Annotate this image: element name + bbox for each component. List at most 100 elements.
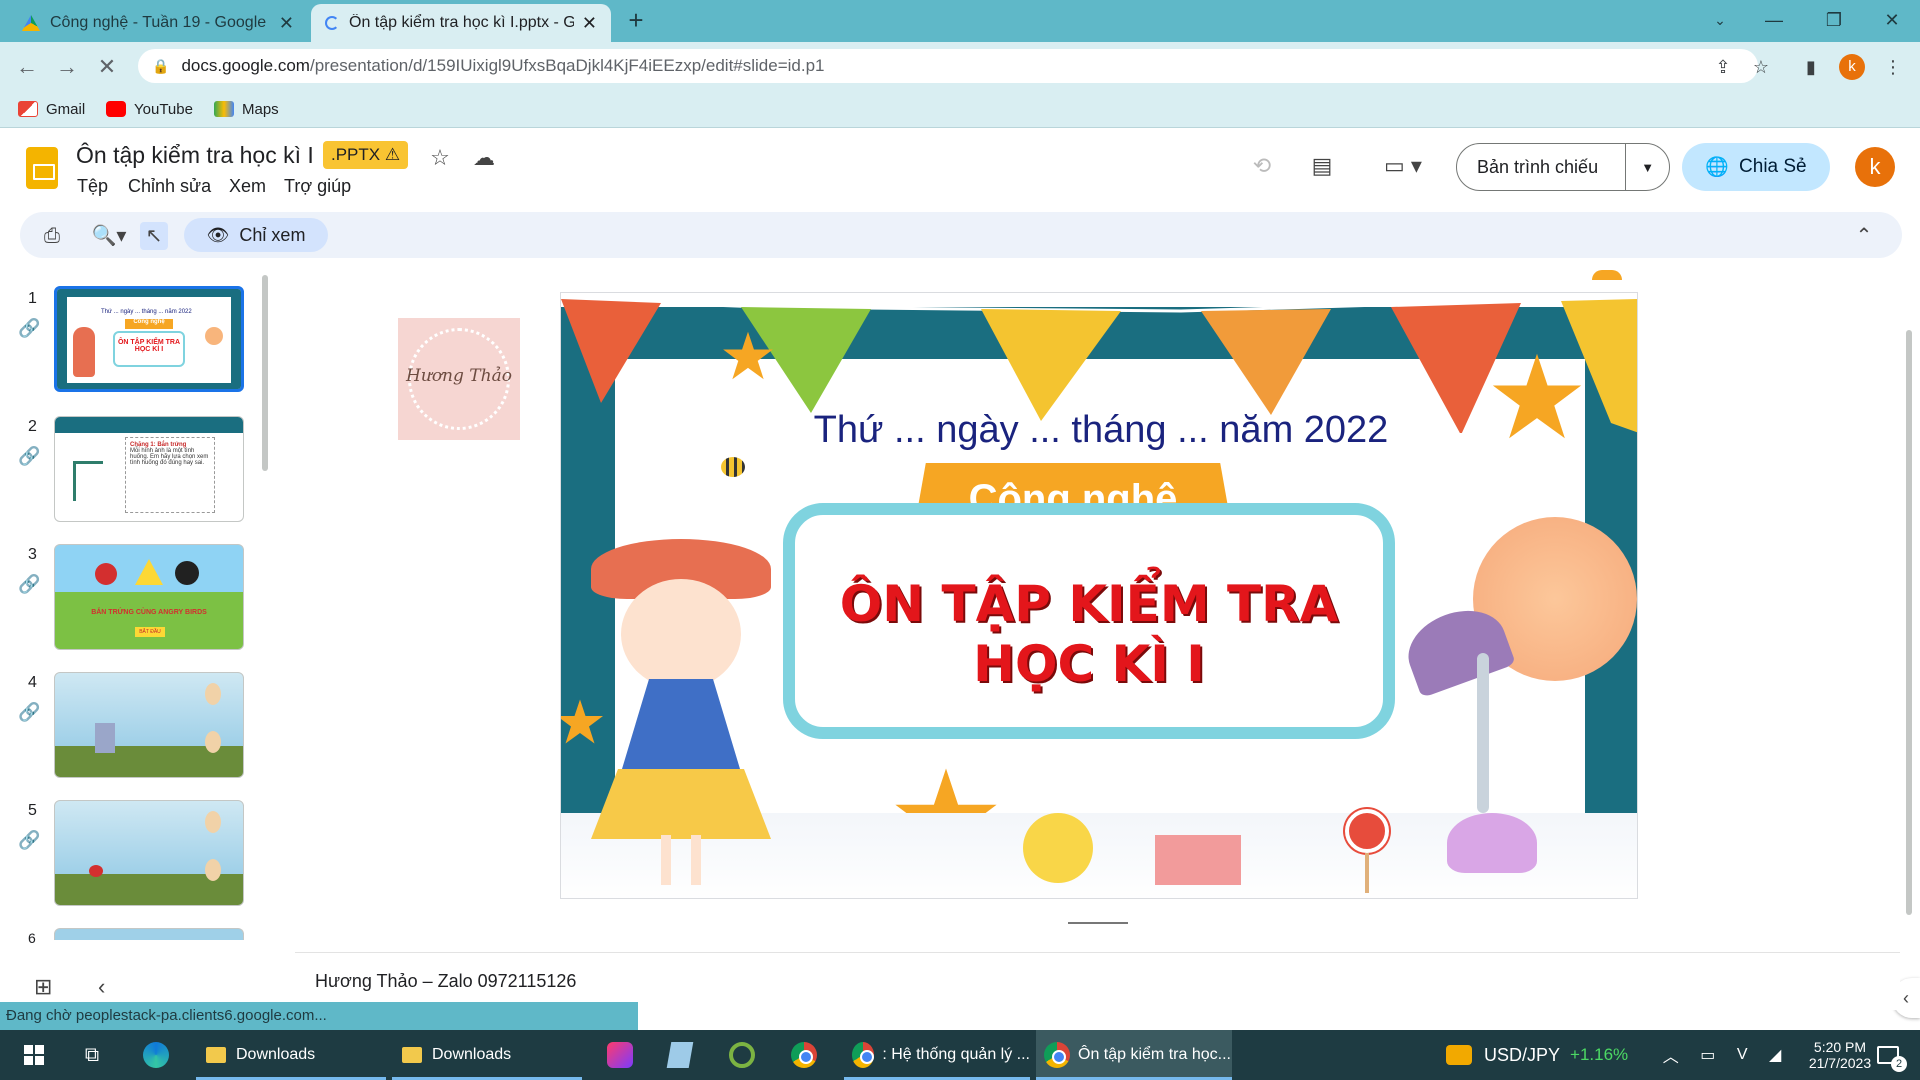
thumb-subject: Công nghệ	[125, 319, 173, 329]
taskbar-downloads-2[interactable]: Downloads	[392, 1030, 582, 1080]
current-slide[interactable]: Thứ ... ngày ... tháng ... năm 2022 Công…	[560, 292, 1638, 899]
chick-illustration	[1023, 813, 1093, 883]
account-avatar[interactable]: k	[1855, 147, 1895, 187]
bookmark-label: YouTube	[134, 100, 193, 118]
task-view-icon[interactable]: ⧉	[72, 1030, 112, 1080]
slide-thumb-2[interactable]: Chặng 1: Bắn trứng Mỗi hình ảnh là một t…	[54, 416, 244, 522]
lamp-base	[1447, 813, 1537, 873]
bookmark-gmail[interactable]: Gmail	[18, 96, 85, 122]
slide-number: 6	[28, 930, 36, 946]
url-input[interactable]: 🔒 docs.google.com/presentation/d/159IUix…	[138, 49, 1758, 83]
slide-number: 5	[28, 802, 37, 819]
history-icon[interactable]: ⟲	[1248, 152, 1276, 180]
filmstrip-scrollbar[interactable]	[262, 275, 268, 471]
side-panel-icon[interactable]: ▮	[1798, 54, 1824, 80]
tab-search-icon[interactable]: ⌄	[1700, 6, 1740, 34]
lollipop-decoration	[1345, 809, 1389, 853]
notification-center-icon[interactable]: 2	[1868, 1030, 1908, 1080]
chrome-icon	[852, 1042, 875, 1068]
notepad-icon[interactable]	[660, 1030, 700, 1080]
bookmark-label: Maps	[242, 100, 279, 118]
edge-icon[interactable]	[136, 1030, 176, 1080]
youtube-icon	[106, 101, 126, 117]
back-icon[interactable]: ←	[12, 52, 42, 82]
restore-icon[interactable]: ❐	[1814, 6, 1854, 34]
slide-thumb-1[interactable]: Thứ ... ngày ... tháng ... năm 2022 Công…	[54, 286, 244, 392]
browser-tab-2-active[interactable]: Ôn tập kiểm tra học kì I.pptx - Go ✕	[311, 4, 611, 42]
gmail-icon	[18, 101, 38, 117]
taskbar-chrome-window-1[interactable]: : Hệ thống quản lý ...	[844, 1030, 1030, 1080]
view-only-chip[interactable]: 👁 Chỉ xem	[184, 218, 328, 252]
menu-help[interactable]: Trợ giúp	[284, 176, 351, 197]
collapse-toolbar-icon[interactable]: ⌃	[1850, 222, 1878, 250]
print-icon[interactable]: ⎙	[38, 222, 66, 250]
notes-text: Hương Thảo – Zalo 0972115126	[315, 971, 577, 991]
present-dropdown-icon[interactable]: ▼	[1625, 144, 1669, 190]
bookmark-star-icon[interactable]: ☆	[1748, 54, 1774, 80]
wifi-icon: ◢	[1768, 1047, 1782, 1064]
taskbar-downloads-1[interactable]: Downloads	[196, 1030, 386, 1080]
slide-number: 2	[28, 418, 37, 435]
ticker-change: +1.16%	[1570, 1045, 1629, 1064]
folder-icon	[206, 1047, 226, 1063]
title-line-2: HỌC KÌ I	[973, 635, 1205, 693]
present-button[interactable]: Bản trình chiếu ▼	[1456, 143, 1670, 191]
bookmark-maps[interactable]: Maps	[214, 96, 279, 122]
canvas-scrollbar[interactable]	[1906, 330, 1912, 915]
start-button[interactable]	[14, 1030, 54, 1080]
chrome-icon[interactable]	[784, 1030, 824, 1080]
comments-icon[interactable]: ▤	[1308, 152, 1336, 180]
tab-title: Công nghệ - Tuần 19 - Google D	[50, 14, 271, 31]
slide-thumb-4[interactable]	[54, 672, 244, 778]
coc-coc-icon[interactable]	[722, 1030, 762, 1080]
pptx-badge[interactable]: .PPTX ⚠	[323, 141, 409, 169]
forward-icon[interactable]: →	[52, 52, 82, 82]
slide-thumb-5[interactable]	[54, 800, 244, 906]
ticker-widget[interactable]: USD/JPY +1.16%	[1446, 1030, 1646, 1080]
slide-thumb-6[interactable]	[54, 928, 244, 940]
view-only-label: Chỉ xem	[239, 224, 306, 245]
tab-title: Ôn tập kiểm tra học kì I.pptx - Go	[349, 14, 574, 31]
slides-logo-icon[interactable]	[26, 147, 58, 189]
link-icon: 🔗	[18, 318, 41, 338]
taskbar-chrome-window-2[interactable]: Ôn tập kiểm tra học...	[1036, 1030, 1232, 1080]
chevron-up-icon: ︿	[1662, 1049, 1679, 1066]
thumb-title: BẮN TRỨNG CÙNG ANGRY BIRDS	[91, 609, 207, 616]
resize-handle[interactable]	[1068, 922, 1128, 924]
document-title[interactable]: Ôn tập kiểm tra học kì I	[76, 142, 314, 169]
grid-view-icon[interactable]: ⊞	[34, 974, 52, 1000]
cloud-status-icon[interactable]: ☁	[470, 144, 498, 172]
close-icon[interactable]: ✕	[582, 13, 597, 34]
clock-time: 5:20 PM	[1813, 1039, 1867, 1055]
creative-cloud-icon[interactable]	[600, 1030, 640, 1080]
share-button[interactable]: 🌐 Chia Sẻ	[1682, 143, 1830, 191]
menu-view[interactable]: Xem	[229, 176, 266, 197]
kebab-menu-icon[interactable]: ⋮	[1880, 54, 1906, 80]
close-icon[interactable]: ✕	[279, 13, 294, 34]
system-tray[interactable]: ︿ ▭ V ◢	[1652, 1030, 1792, 1080]
new-tab-button[interactable]: +	[622, 6, 650, 34]
star-icon[interactable]: ☆	[426, 144, 454, 172]
bookmark-youtube[interactable]: YouTube	[106, 96, 193, 122]
minimize-icon[interactable]: —	[1754, 6, 1794, 34]
share-page-icon[interactable]: ⇪	[1710, 54, 1736, 80]
menu-file[interactable]: Tệp	[77, 176, 108, 197]
link-icon: 🔗	[18, 446, 41, 466]
collapse-filmstrip-icon[interactable]: ‹	[98, 974, 105, 1000]
profile-avatar[interactable]: k	[1839, 54, 1865, 80]
meet-camera-icon[interactable]: ▭ ▾	[1378, 152, 1428, 180]
zoom-icon[interactable]: 🔍▾	[86, 222, 132, 250]
star-decoration	[1492, 353, 1582, 439]
close-window-icon[interactable]: ✕	[1872, 6, 1912, 34]
browser-status-bar: Đang chờ peoplestack-pa.clients6.google.…	[0, 1002, 638, 1030]
vpn-icon: V	[1736, 1046, 1748, 1063]
stop-loading-icon[interactable]: ✕	[92, 52, 122, 82]
url-host: docs.google.com	[181, 56, 310, 75]
slide-thumb-3[interactable]: BẮN TRỨNG CÙNG ANGRY BIRDS BẮT ĐẦU	[54, 544, 244, 650]
watermark-logo: Hương Thảo	[398, 318, 520, 440]
thumb-date: Thứ ... ngày ... tháng ... năm 2022	[101, 309, 192, 315]
browser-tab-1[interactable]: Công nghệ - Tuần 19 - Google D ✕	[8, 4, 308, 42]
select-cursor-icon[interactable]: ↖	[140, 222, 168, 250]
menu-edit[interactable]: Chỉnh sửa	[128, 176, 211, 197]
present-label: Bản trình chiếu	[1477, 156, 1599, 177]
